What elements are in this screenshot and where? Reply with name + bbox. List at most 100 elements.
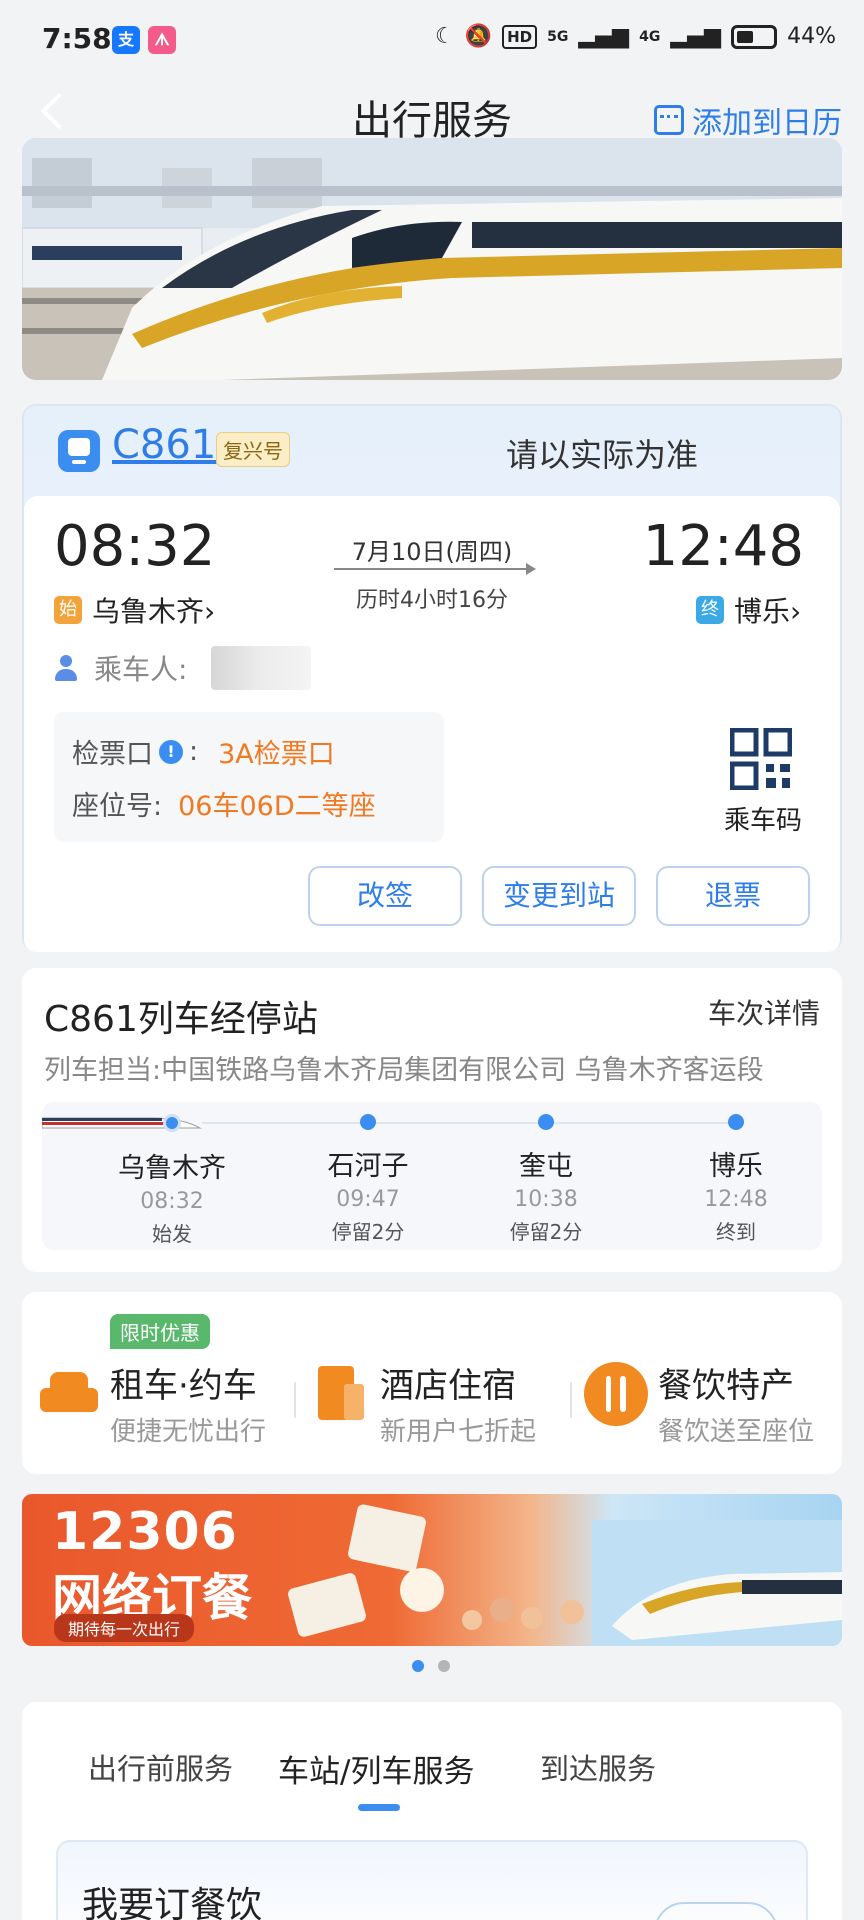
train-illustration: [22, 138, 842, 380]
status-bar: 7:58 支 ᗑ ☾ 🔕 HD 5G ▂▄▆ 4G ▂▄▆ 44%: [0, 0, 864, 80]
mute-icon: 🔕: [464, 24, 493, 49]
passenger-label: 乘车人:: [94, 653, 188, 686]
ad-slogan: 期待每一次出行: [54, 1614, 195, 1642]
add-to-calendar-button[interactable]: 添加到日历: [654, 98, 842, 142]
qr-code-icon[interactable]: [730, 728, 792, 790]
divider: [570, 1382, 572, 1418]
stop-time: 10:38: [514, 1187, 578, 1212]
stop-note: 始发: [152, 1222, 192, 1246]
stop-dot-icon: [538, 1114, 554, 1130]
schedule-notice: 请以实际为准: [506, 436, 699, 474]
hotel-service[interactable]: 酒店住宿 新用户七折起: [314, 1358, 536, 1448]
hd-icon: HD: [502, 24, 538, 49]
boarding-code-label[interactable]: 乘车码: [724, 800, 802, 837]
carousel-dot-active[interactable]: [412, 1660, 424, 1672]
signal-icon: ▂▄▆: [578, 24, 630, 49]
stop-item[interactable]: 石河子 09:47 停留2分: [288, 1114, 448, 1245]
stop-dot-icon: [360, 1114, 376, 1130]
stop-name: 石河子: [327, 1151, 409, 1182]
gate-value: 3A检票口: [218, 739, 335, 770]
info-icon[interactable]: !: [159, 739, 183, 764]
departure-station-link[interactable]: 乌鲁木齐›: [92, 590, 215, 630]
active-tab-indicator: [358, 1804, 400, 1811]
arrival-station-link[interactable]: 博乐›: [734, 590, 801, 630]
alipay-app-icon: 支: [112, 26, 140, 54]
battery-icon: [731, 24, 778, 49]
change-destination-button[interactable]: 变更到站: [482, 866, 636, 926]
person-icon: [52, 655, 84, 681]
food-service[interactable]: 餐饮特产 餐饮送至座位: [584, 1358, 814, 1448]
tab-before-travel[interactable]: 出行前服务: [88, 1746, 233, 1788]
train-number-link[interactable]: C861: [112, 422, 216, 468]
gate-seat-info: 检票口 ! : 3A检票口 座位号: 06车06D二等座: [54, 712, 444, 842]
calendar-icon: [654, 105, 684, 135]
train-photo-banner: [22, 138, 842, 380]
header: 出行服务 添加到日历: [0, 80, 864, 150]
travel-services-card: 限时优惠 租车·约车 便捷无忧出行 酒店住宿 新用户七折起 餐饮特产 餐饮送至座…: [22, 1292, 842, 1474]
passenger-row: 乘车人:: [52, 646, 312, 690]
stop-name: 奎屯: [519, 1151, 573, 1182]
ticket-header: C861 复兴号 请以实际为准: [24, 406, 840, 496]
gate-row: 检票口 ! : 3A检票口: [72, 732, 335, 771]
stop-note: 停留2分: [509, 1220, 583, 1244]
arrival-badge: 终: [696, 596, 724, 624]
stop-item[interactable]: 乌鲁木齐 08:32 始发: [92, 1114, 252, 1247]
signal-icon-2: ▂▄▆: [670, 24, 722, 49]
promo-badge: 限时优惠: [110, 1314, 210, 1349]
seat-label: 座位号:: [72, 791, 163, 822]
stop-time: 12:48: [704, 1187, 768, 1212]
service-desc: 餐饮送至座位: [658, 1417, 815, 1447]
stop-name: 博乐: [709, 1151, 763, 1182]
stops-title: C861列车经停站: [44, 999, 318, 1040]
carousel-dot[interactable]: [438, 1660, 450, 1672]
ticket-actions: 改签 变更到站 退票: [308, 866, 810, 926]
order-food-button[interactable]: [654, 1902, 778, 1920]
change-ticket-button[interactable]: 改签: [308, 866, 462, 926]
moon-icon: ☾: [434, 24, 455, 49]
food-ordering-ad-banner[interactable]: 12306 网络订餐 期待每一次出行: [22, 1494, 842, 1646]
train-stops-card: C861列车经停站 车次详情 列车担当:中国铁路乌鲁木齐局集团有限公司 乌鲁木齐…: [22, 968, 842, 1272]
order-food-title: 我要订餐饮: [82, 1885, 263, 1920]
stop-note: 终到: [716, 1220, 756, 1244]
stop-dot-icon: [163, 1114, 181, 1132]
order-food-panel[interactable]: 我要订餐饮: [56, 1840, 808, 1920]
service-name: 租车·约车: [110, 1366, 257, 1406]
train-icon: [58, 430, 100, 472]
stop-time: 09:47: [336, 1187, 400, 1212]
stop-item[interactable]: 博乐 12:48 终到: [656, 1114, 816, 1245]
tab-arrival[interactable]: 到达服务: [540, 1746, 656, 1788]
signal-4g-label: 4G: [639, 28, 661, 45]
battery-level: 44%: [787, 24, 836, 49]
stops-timeline: 乌鲁木齐 08:32 始发 石河子 09:47 停留2分 奎屯 10:38 停留…: [42, 1102, 822, 1250]
stop-item[interactable]: 奎屯 10:38 停留2分: [466, 1114, 626, 1245]
train-details-link[interactable]: 车次详情: [708, 992, 820, 1032]
seat-value: 06车06D二等座: [178, 791, 376, 822]
train-operator: 列车担当:中国铁路乌鲁木齐局集团有限公司 乌鲁木齐客运段: [44, 1055, 764, 1086]
arrival-time: 12:48: [642, 514, 804, 579]
divider: [294, 1382, 296, 1418]
status-indicators: ☾ 🔕 HD 5G ▂▄▆ 4G ▂▄▆ 44%: [435, 24, 836, 49]
route-arrow-icon: [334, 563, 536, 575]
passenger-name-redacted: [211, 646, 312, 690]
status-time: 7:58: [42, 22, 112, 55]
car-rental-service[interactable]: 租车·约车 便捷无忧出行: [38, 1358, 266, 1448]
ticket-card: C861 复兴号 请以实际为准 08:32 7月10日(周四) 历时4小时16分…: [22, 404, 842, 952]
stop-time: 08:32: [140, 1189, 204, 1214]
stop-dot-icon: [728, 1114, 744, 1130]
notification-app-icon: ᗑ: [148, 26, 176, 54]
gate-colon: :: [189, 736, 199, 767]
refund-button[interactable]: 退票: [656, 866, 810, 926]
fork-knife-icon: [584, 1362, 648, 1426]
car-icon: [38, 1366, 100, 1422]
carousel-indicator: [412, 1660, 450, 1672]
service-desc: 新用户七折起: [380, 1417, 537, 1447]
gate-label: 检票口: [72, 739, 153, 770]
service-name: 餐饮特产: [658, 1366, 794, 1406]
service-desc: 便捷无忧出行: [110, 1417, 267, 1447]
ticket-body: 08:32 7月10日(周四) 历时4小时16分 12:48 始 乌鲁木齐› 终…: [24, 496, 840, 952]
add-to-calendar-label: 添加到日历: [692, 106, 842, 141]
tab-station-train[interactable]: 车站/列车服务: [278, 1746, 474, 1791]
hotel-icon: [314, 1364, 370, 1424]
departure-badge: 始: [54, 596, 82, 624]
service-tabs-card: 出行前服务 车站/列车服务 到达服务 我要订餐饮: [22, 1702, 842, 1920]
